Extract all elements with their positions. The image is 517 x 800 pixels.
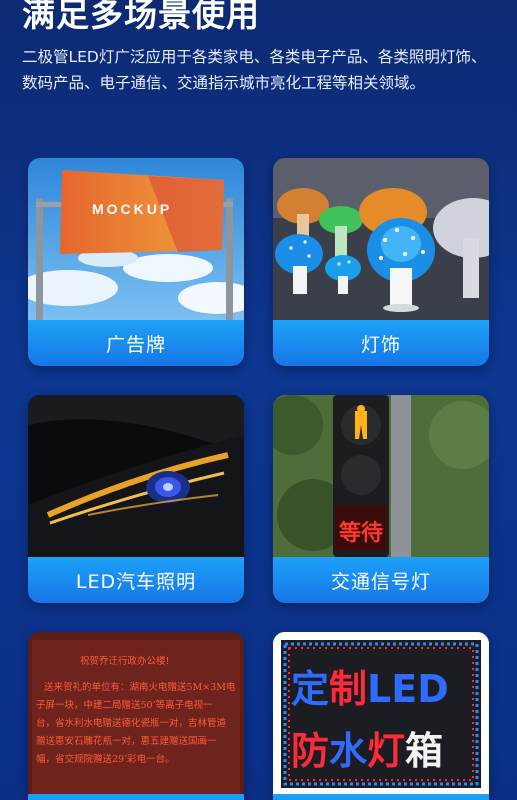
led-board-line-1: 送来贺礼的单位有：湖南火电赠送5M×3M电 — [44, 681, 236, 693]
billboard-mockup-text: MOCKUP — [92, 201, 172, 217]
card-led-display[interactable]: 祝贺乔迁行政办公楼! 送来贺礼的单位有：湖南火电赠送5M×3M电 子屏一块，中建… — [28, 632, 244, 800]
car-headlight-image — [28, 395, 244, 557]
led-board-line-5: 幅，省交规院赠送29’彩电一台。 — [36, 753, 175, 765]
card-light-box[interactable]: 定制LED 防水灯箱 — [273, 632, 489, 800]
light-box-line1-a: 定 — [291, 667, 329, 711]
led-board-title: 祝贺乔迁行政办公楼! — [80, 655, 169, 667]
led-board-line-4: 赠送惠安石雕花瓶一对，惠五建赠送国画一 — [36, 735, 217, 747]
svg-text:定制LED: 定制LED — [291, 667, 449, 711]
card-led-display-label — [28, 794, 244, 800]
led-board-line-2: 子屏一块，中建二局赠送50’等离子电视一 — [36, 699, 213, 711]
billboard-image: MOCKUP — [28, 158, 244, 320]
page-description: 二极管LED灯广泛应用于各类家电、各类电子产品、各类照明灯饰、数码产品、电子通信… — [22, 48, 487, 92]
card-decorative-lights[interactable]: 灯饰 — [273, 158, 489, 366]
led-display-image: 祝贺乔迁行政办公楼! 送来贺礼的单位有：湖南火电赠送5M×3M电 子屏一块，中建… — [28, 632, 244, 794]
light-box-image: 定制LED 防水灯箱 — [273, 632, 489, 794]
traffic-wait-text: 等待 — [339, 520, 383, 546]
card-car-lighting-label: LED汽车照明 — [28, 557, 244, 603]
card-light-box-label — [273, 794, 489, 800]
svg-text:防水灯箱: 防水灯箱 — [291, 729, 443, 773]
card-billboard-label: 广告牌 — [28, 320, 244, 366]
page-title: 满足多场景使用 — [22, 0, 260, 34]
mushroom-lights-image — [273, 158, 489, 320]
card-billboard[interactable]: MOCKUP 广告牌 — [28, 158, 244, 366]
card-traffic-light[interactable]: 等待 交通信号灯 — [273, 395, 489, 603]
card-car-lighting[interactable]: LED汽车照明 — [28, 395, 244, 603]
card-decorative-lights-label: 灯饰 — [273, 320, 489, 366]
traffic-light-image: 等待 — [273, 395, 489, 557]
led-board-line-3: 台，省水利水电赠送德化瓷瓶一对，吉林管道 — [36, 717, 227, 729]
card-traffic-light-label: 交通信号灯 — [273, 557, 489, 603]
